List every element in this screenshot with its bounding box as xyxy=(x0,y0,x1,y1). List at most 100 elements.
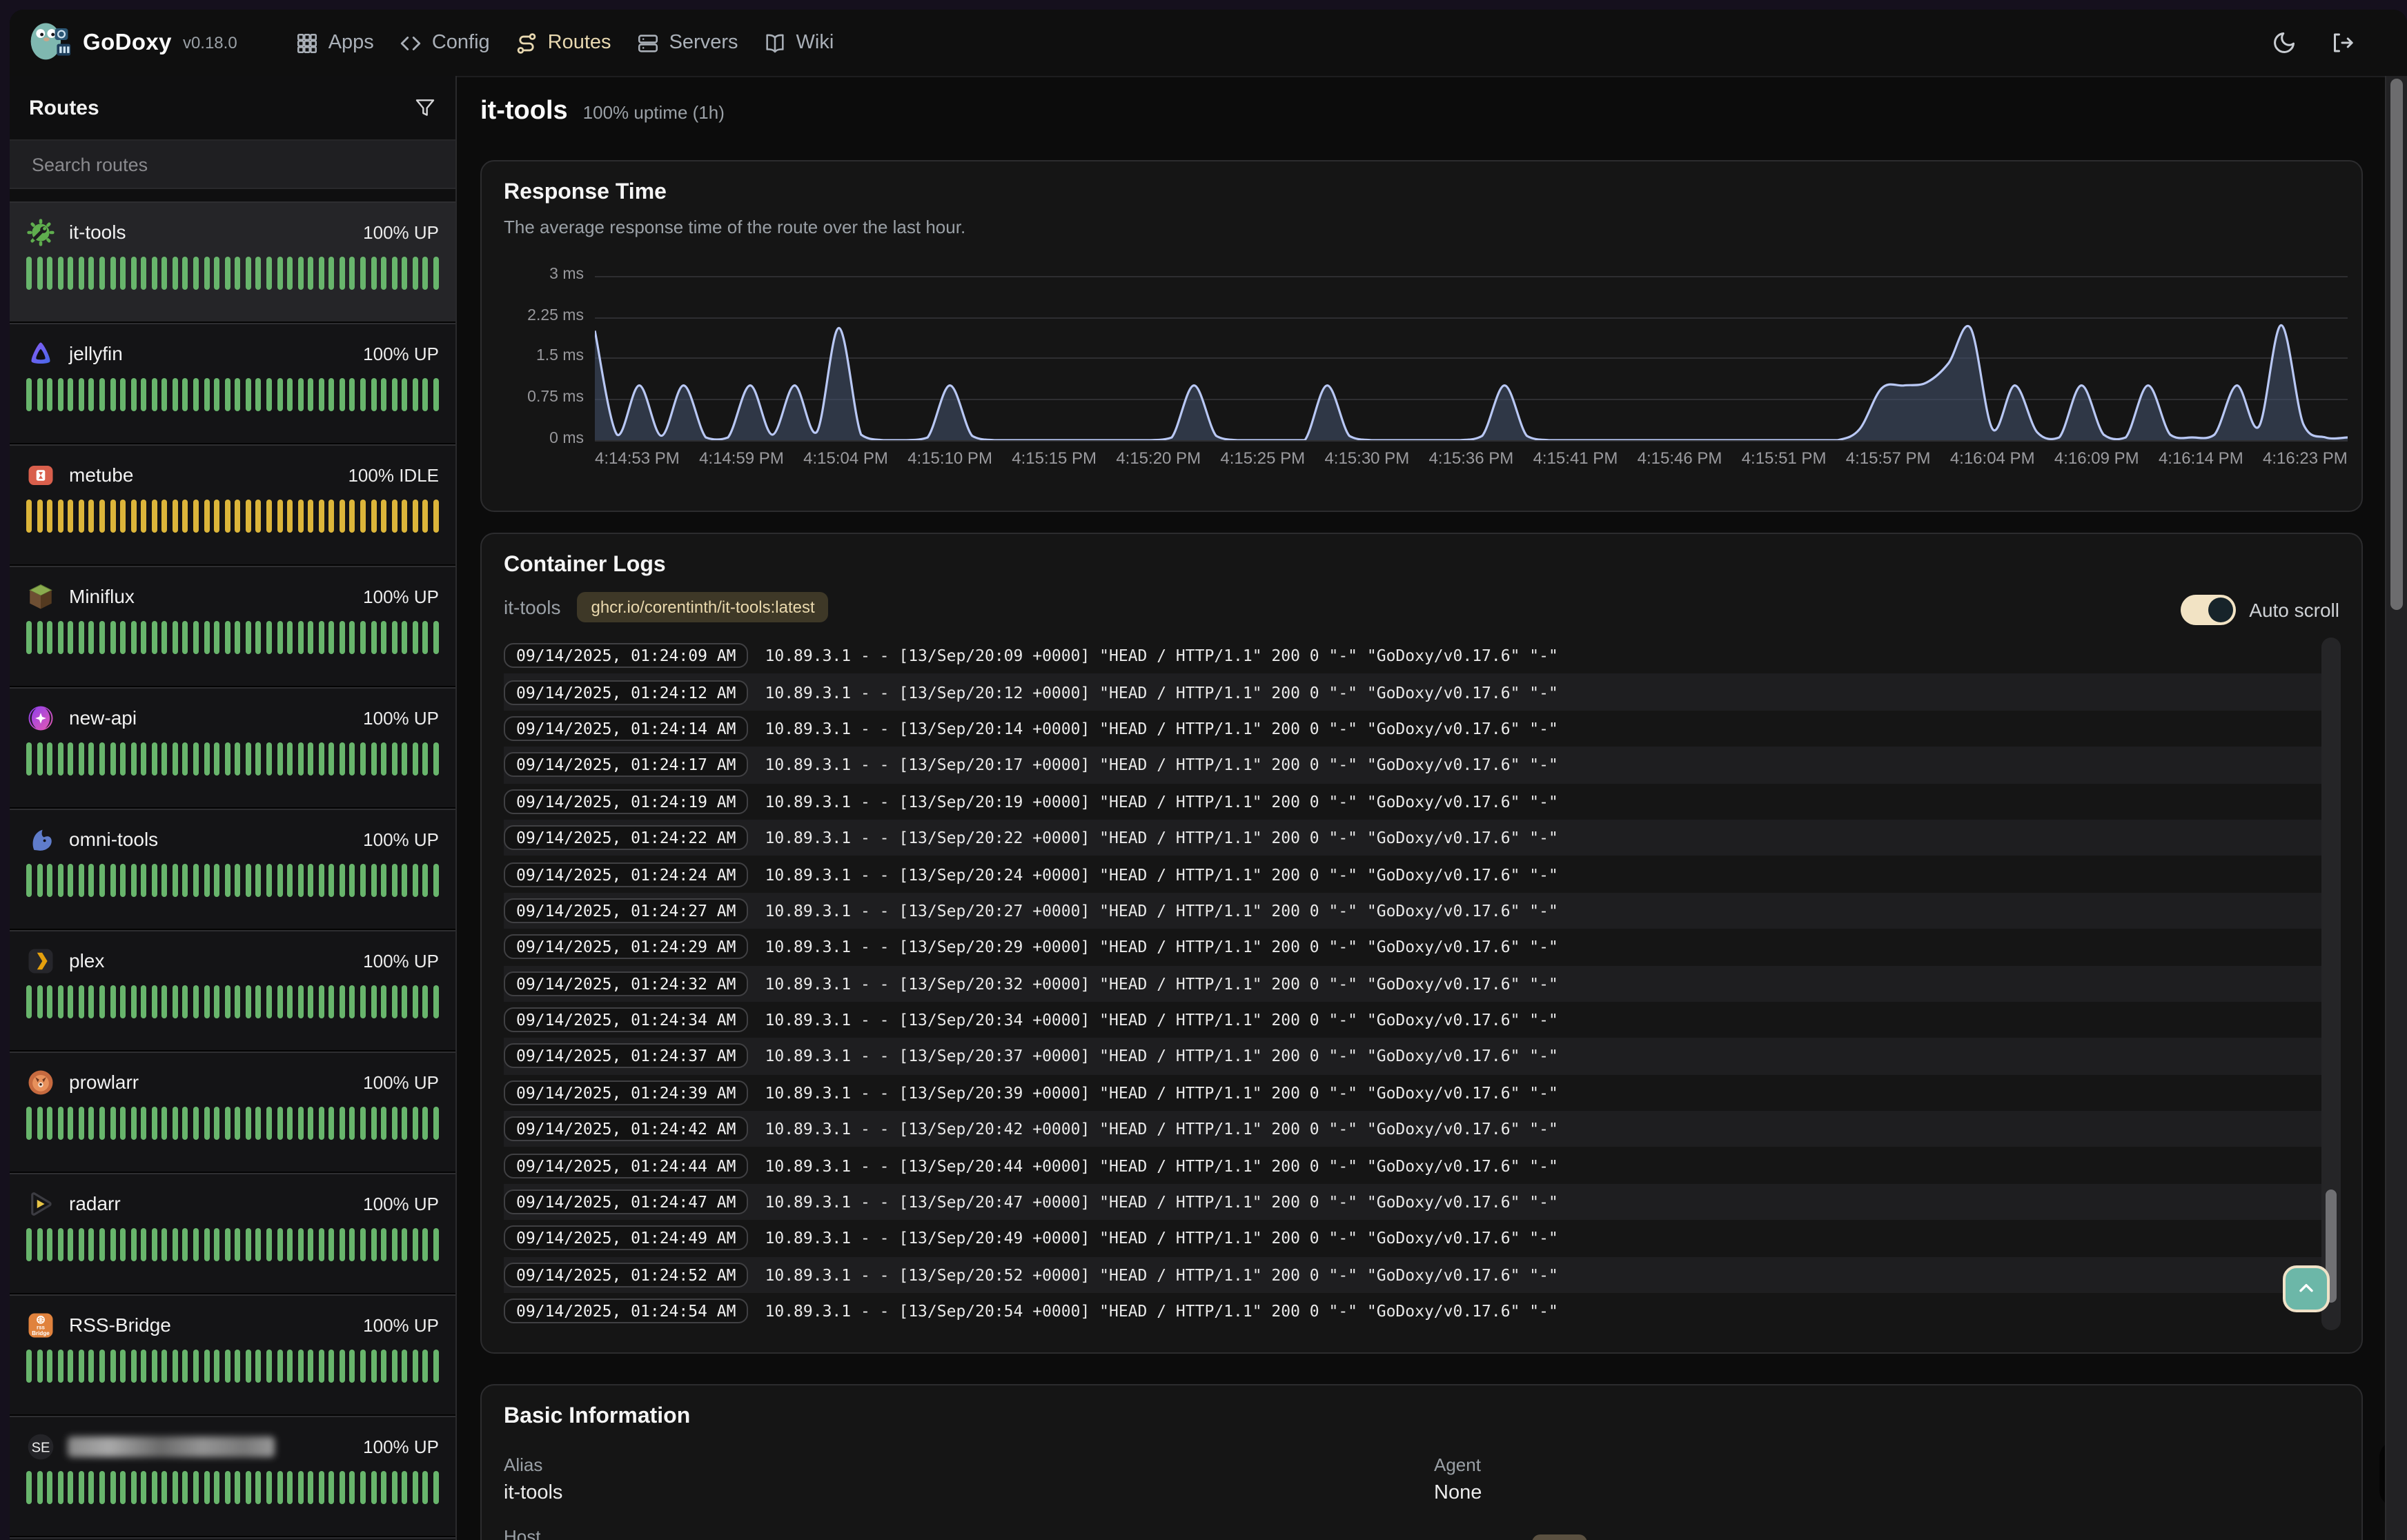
logout-button[interactable] xyxy=(2330,30,2355,55)
theme-toggle-button[interactable] xyxy=(2272,30,2297,55)
uptime-bar xyxy=(423,1107,429,1140)
uptime-bar xyxy=(89,1471,95,1504)
uptime-bar xyxy=(141,1107,146,1140)
uptime-bar xyxy=(26,864,32,897)
log-row: 09/14/2025, 01:24:44 AM10.89.3.1 - - [13… xyxy=(504,1147,2321,1184)
brand-name: GoDoxy xyxy=(83,30,172,56)
godoxy-app: GoDoxy v0.18.0 AppsConfigRoutesServersWi… xyxy=(0,0,2407,1540)
log-list[interactable]: 09/14/2025, 01:24:09 AM10.89.3.1 - - [13… xyxy=(504,638,2321,1330)
uptime-bar xyxy=(120,985,126,1018)
uptime-bar xyxy=(214,500,219,533)
uptime-bar xyxy=(57,985,63,1018)
uptime-bar xyxy=(79,864,84,897)
uptime-bar xyxy=(120,378,126,411)
nav-item-routes[interactable]: Routes xyxy=(515,31,611,55)
route-name: metube xyxy=(69,464,133,486)
uptime-bar xyxy=(391,500,397,533)
page-scrollbar-thumb[interactable] xyxy=(2390,79,2403,610)
scroll-to-top-button[interactable] xyxy=(2283,1265,2330,1312)
container-logs-title: Container Logs xyxy=(504,553,666,578)
uptime-bar xyxy=(266,1471,272,1504)
log-timestamp-badge: 09/14/2025, 01:24:32 AM xyxy=(504,971,749,996)
uptime-bar xyxy=(256,864,262,897)
log-row: 09/14/2025, 01:24:12 AM10.89.3.1 - - [13… xyxy=(504,674,2321,711)
route-item-jellyfin[interactable]: jellyfin100% UP xyxy=(10,323,455,444)
uptime-bar xyxy=(256,1107,262,1140)
x-axis-label: 4:14:53 PM xyxy=(595,448,680,468)
uptime-bar xyxy=(433,257,439,290)
uptime-bar xyxy=(47,1107,52,1140)
uptime-bar xyxy=(57,742,63,776)
uptime-bar xyxy=(391,1228,397,1261)
route-item-se-censored[interactable]: SE100% UP xyxy=(10,1537,455,1540)
log-timestamp-badge: 09/14/2025, 01:24:37 AM xyxy=(504,1044,749,1069)
uptime-bar xyxy=(57,1228,63,1261)
page-scrollbar[interactable] xyxy=(2385,76,2407,1540)
uptime-bar xyxy=(391,985,397,1018)
nav-item-wiki[interactable]: Wiki xyxy=(763,31,834,55)
uptime-bar xyxy=(256,500,262,533)
uptime-bar xyxy=(130,1471,136,1504)
uptime-bar xyxy=(391,621,397,654)
uptime-bar xyxy=(297,621,303,654)
uptime-bar xyxy=(152,257,157,290)
uptime-bar xyxy=(47,1471,52,1504)
route-item-radarr[interactable]: radarr100% UP xyxy=(10,1173,455,1294)
uptime-bar xyxy=(266,257,272,290)
book-icon xyxy=(763,31,787,55)
uptime-bar xyxy=(329,742,335,776)
uptime-bar xyxy=(391,864,397,897)
metube-icon xyxy=(26,460,55,489)
uptime-bar xyxy=(224,1350,230,1383)
route-item-rss-bridge[interactable]: rssBridgeRSS-Bridge100% UP xyxy=(10,1294,455,1416)
log-scrollbar[interactable] xyxy=(2321,638,2341,1330)
uptime-bar xyxy=(266,1350,272,1383)
uptime-bar xyxy=(319,1471,324,1504)
uptime-bar xyxy=(413,621,418,654)
log-row: 09/14/2025, 01:24:29 AM10.89.3.1 - - [13… xyxy=(504,929,2321,965)
uptime-bar xyxy=(183,742,188,776)
uptime-bar xyxy=(308,1350,313,1383)
route-item-it-tools[interactable]: it-tools100% UP xyxy=(10,201,455,323)
nav-item-apps[interactable]: Apps xyxy=(295,31,374,55)
uptime-bar xyxy=(287,500,293,533)
log-message: 10.89.3.1 - - [13/Sep/20:27 +0000] "HEAD… xyxy=(765,901,1558,920)
uptime-bar xyxy=(47,742,52,776)
route-item-new-api[interactable]: new-api100% UP xyxy=(10,687,455,809)
y-axis-label: 2.25 ms xyxy=(504,307,584,324)
uptime-bar xyxy=(173,257,178,290)
route-item-se-censored[interactable]: SE100% UP xyxy=(10,1416,455,1537)
host-field: Host xyxy=(504,1526,540,1540)
uptime-bar xyxy=(152,1228,157,1261)
autoscroll-toggle[interactable] xyxy=(2180,595,2235,625)
uptime-bar xyxy=(57,257,63,290)
rss-bridge-icon: rssBridge xyxy=(26,1310,55,1339)
x-axis-label: 4:16:14 PM xyxy=(2159,448,2243,468)
route-item-prowlarr[interactable]: prowlarr100% UP xyxy=(10,1052,455,1173)
uptime-bar xyxy=(277,985,282,1018)
route-search-input[interactable] xyxy=(29,152,436,176)
uptime-bar xyxy=(256,257,262,290)
uptime-bar xyxy=(130,621,136,654)
filter-button[interactable] xyxy=(414,97,436,119)
route-item-metube[interactable]: metube100% IDLE xyxy=(10,444,455,566)
uptime-bar xyxy=(141,1350,146,1383)
uptime-bar xyxy=(381,1471,386,1504)
log-message: 10.89.3.1 - - [13/Sep/20:32 +0000] "HEAD… xyxy=(765,974,1558,993)
route-item-plex[interactable]: plex100% UP xyxy=(10,930,455,1052)
uptime-bar xyxy=(37,621,42,654)
uptime-bar xyxy=(214,378,219,411)
y-axis-label: 3 ms xyxy=(504,266,584,283)
uptime-bar xyxy=(99,1107,105,1140)
uptime-bar xyxy=(89,621,95,654)
uptime-bar xyxy=(340,621,345,654)
uptime-bar xyxy=(37,1107,42,1140)
uptime-bar xyxy=(130,257,136,290)
route-item-miniflux[interactable]: Miniflux100% UP xyxy=(10,566,455,687)
uptime-bar xyxy=(381,1107,386,1140)
uptime-bar xyxy=(99,1471,105,1504)
nav-item-config[interactable]: Config xyxy=(399,31,490,55)
logs-meta: it-tools ghcr.io/corentinth/it-tools:lat… xyxy=(504,592,829,622)
route-item-omni-tools[interactable]: omni-tools100% UP xyxy=(10,809,455,930)
nav-item-servers[interactable]: Servers xyxy=(636,31,738,55)
